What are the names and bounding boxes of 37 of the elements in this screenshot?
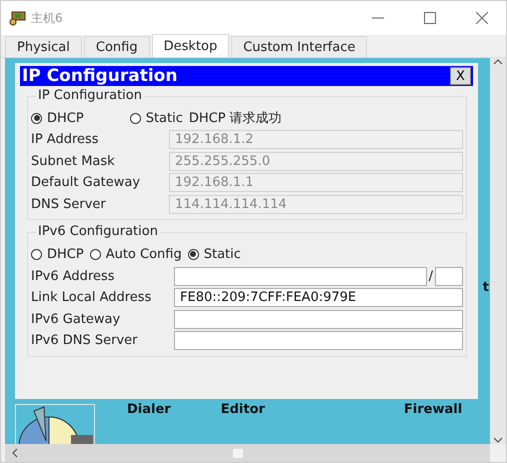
radio-option[interactable]: DHCP bbox=[31, 246, 84, 262]
app-label: t bbox=[482, 280, 489, 295]
radio-option[interactable]: Auto Config bbox=[90, 246, 182, 262]
input-field[interactable]: FE80::209:7CFF:FEA0:979E bbox=[174, 288, 463, 308]
radio-option[interactable]: Static bbox=[188, 246, 241, 262]
tab[interactable]: Desktop bbox=[152, 34, 230, 57]
radio-option[interactable]: Static bbox=[130, 110, 183, 126]
separator-text: / bbox=[428, 268, 433, 284]
field-label: Default Gateway bbox=[31, 175, 142, 190]
dialog-title: IP Configuration bbox=[22, 66, 178, 86]
group-title: IP Configuration bbox=[36, 88, 144, 103]
scroll-down-icon[interactable] bbox=[493, 436, 503, 444]
tab[interactable]: Config bbox=[84, 36, 150, 57]
input-field[interactable] bbox=[174, 266, 427, 286]
tab[interactable]: Physical bbox=[5, 36, 82, 57]
input-field[interactable] bbox=[174, 310, 463, 329]
field-label: IPv6 Gateway bbox=[31, 312, 122, 327]
field-label: IP Address bbox=[31, 132, 100, 148]
scroll-thumb[interactable] bbox=[233, 448, 243, 458]
field-label: IPv6 DNS Server bbox=[31, 333, 139, 348]
status-text: DHCP 请求成功 bbox=[188, 110, 282, 127]
field-label: IPv6 Address bbox=[31, 268, 116, 284]
window-title: 主机6 bbox=[31, 10, 64, 26]
app-label[interactable]: Firewall bbox=[404, 402, 462, 417]
prefix-field[interactable] bbox=[435, 266, 463, 286]
tab[interactable]: Custom Interface bbox=[231, 36, 368, 57]
field-label: Subnet Mask bbox=[31, 154, 116, 169]
group-title: IPv6 Configuration bbox=[36, 224, 160, 240]
field-label: Link Local Address bbox=[31, 290, 152, 306]
close-button[interactable]: X bbox=[450, 67, 471, 85]
input-field[interactable] bbox=[174, 331, 463, 350]
app-label[interactable]: Editor bbox=[220, 402, 265, 417]
scroll-up-icon[interactable] bbox=[493, 58, 503, 66]
radio-option[interactable]: DHCP bbox=[31, 110, 84, 126]
field-label: DNS Server bbox=[31, 197, 107, 212]
computer-icon bbox=[9, 10, 27, 26]
app-label[interactable]: Dialer bbox=[127, 402, 171, 417]
